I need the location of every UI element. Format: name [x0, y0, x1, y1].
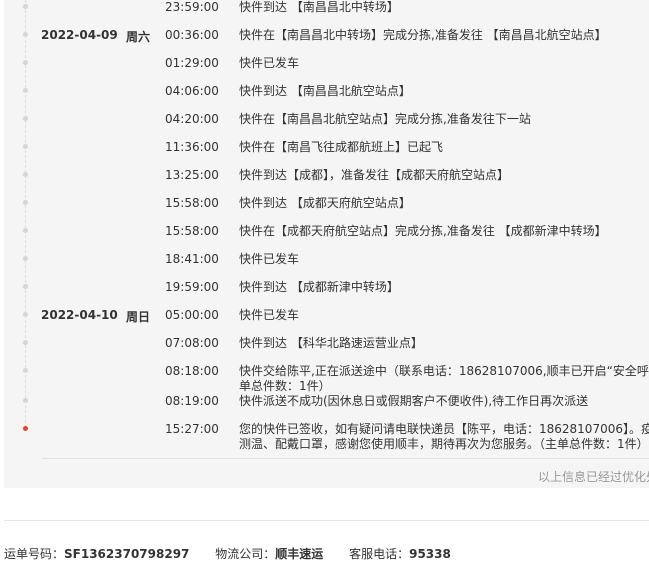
event-description: 快件到达 【科华北路速运营业点】 — [239, 336, 423, 350]
event-description: 快件在【南昌昌北中转场】完成分拣,准备发往 【南昌昌北航空站点】 — [239, 28, 607, 42]
timeline-dot — [23, 32, 28, 37]
timeline-dot — [23, 144, 28, 149]
tracking-event: 04:06:00 快件到达 【南昌昌北航空站点】 — [4, 84, 649, 104]
carrier-label: 物流公司： — [215, 547, 276, 561]
event-time: 05:00:00 — [165, 308, 219, 322]
timeline-dot — [23, 228, 28, 233]
carrier-name: 顺丰速运 — [275, 547, 324, 561]
event-time: 04:06:00 — [165, 84, 219, 98]
timeline-dot — [23, 116, 28, 121]
event-description: 快件派送不成功(因休息日或假期客户不便收件),待工作日再次派送 — [239, 394, 589, 408]
event-time: 15:58:00 — [165, 224, 219, 238]
tracking-event: 04:20:00 快件在【南昌昌北航空站点】完成分拣,准备发往下一站 — [4, 112, 649, 132]
timeline-dot — [23, 368, 28, 373]
event-description: 快件到达 【南昌昌北航空站点】 — [239, 84, 411, 98]
timeline-dot — [23, 200, 28, 205]
list-bottom-divider — [42, 458, 649, 459]
event-description: 快件已发车 — [239, 252, 300, 266]
event-description: 快件交给陈平,正在派送途中（联系电话：18628107006,顺丰已开启“安全呼… — [239, 364, 649, 394]
section-divider — [4, 520, 649, 521]
event-weekday: 周日 — [126, 310, 151, 324]
timeline-dot — [23, 398, 28, 403]
event-description-line: 测温、配戴口罩，感谢您使用顺丰，期待再次为您服务。（主单总件数：1件） — [239, 437, 649, 451]
hotline-label: 客服电话： — [349, 547, 410, 561]
waybill-label: 运单号码： — [4, 547, 65, 561]
waybill-number: SF1362370798297 — [64, 547, 190, 561]
tracking-event: 15:58:00 快件到达 【成都天府航空站点】 — [4, 196, 649, 216]
event-time: 11:36:00 — [165, 140, 219, 154]
waybill-summary: 运单号码：SF1362370798297 物流公司：顺丰速运 客服电话：9533… — [4, 545, 473, 562]
event-description: 快件到达 【南昌昌北中转场】 — [239, 0, 399, 14]
tracking-panel: 23:59:00 快件到达 【南昌昌北中转场】 2022-04-09 周六 00:36:… — [4, 0, 649, 488]
tracking-event: 13:25:00 快件到达【成都】，准备发往【成都天府航空站点】 — [4, 168, 649, 188]
event-description-line: 您的快件已签收，如有疑问请电联快递员【陈平，电话：18628107006】。疫 — [239, 422, 649, 436]
timeline-dot — [23, 312, 28, 317]
event-description: 快件到达 【成都新津中转场】 — [239, 280, 399, 294]
tracking-event: 19:59:00 快件到达 【成都新津中转场】 — [4, 280, 649, 300]
event-time: 04:20:00 — [165, 112, 219, 126]
tracking-event: 18:41:00 快件已发车 — [4, 252, 649, 272]
event-description: 快件已发车 — [239, 308, 300, 322]
event-description: 快件在【成都天府航空站点】完成分拣,准备发往 【成都新津中转场】 — [239, 224, 607, 238]
event-time: 15:27:00 — [165, 422, 219, 436]
event-time: 23:59:00 — [165, 0, 219, 14]
current-status-dot — [23, 426, 28, 431]
timeline-dot — [23, 88, 28, 93]
event-time: 08:19:00 — [165, 394, 219, 408]
event-description-line: 快件交给陈平,正在派送途中（联系电话：18628107006,顺丰已开启“安全呼… — [239, 364, 649, 378]
tracking-event: 15:58:00 快件在【成都天府航空站点】完成分拣,准备发往 【成都新津中转场】 — [4, 224, 649, 244]
timeline-dot — [23, 60, 28, 65]
tracking-event: 2022-04-09 周六 00:36:00 快件在【南昌昌北中转场】完成分拣,准备发… — [4, 28, 649, 48]
timeline-dot — [23, 172, 28, 177]
timeline-dot — [23, 4, 28, 9]
event-description: 快件已发车 — [239, 56, 300, 70]
timeline-dot — [23, 340, 28, 345]
event-description: 快件到达 【成都天府航空站点】 — [239, 196, 411, 210]
event-description: 快件到达【成都】，准备发往【成都天府航空站点】 — [239, 168, 510, 182]
event-time: 18:41:00 — [165, 252, 219, 266]
event-time: 08:18:00 — [165, 364, 219, 378]
event-time: 00:36:00 — [165, 28, 219, 42]
tracking-event: 2022-04-10 周日 05:00:00 快件已发车 — [4, 308, 649, 328]
event-time: 13:25:00 — [165, 168, 219, 182]
timeline-dot — [23, 256, 28, 261]
optimized-note: 以上信息已经过优化处 — [538, 470, 649, 484]
event-description: 快件在【南昌飞往成都航班上】已起飞 — [239, 140, 444, 154]
event-weekday: 周六 — [126, 30, 151, 44]
tracking-event: 08:18:00 快件交给陈平,正在派送途中（联系电话：18628107006,顺… — [4, 364, 649, 393]
tracking-event: 07:08:00 快件到达 【科华北路速运营业点】 — [4, 336, 649, 356]
timeline-dot — [23, 284, 28, 289]
hotline-number: 95338 — [409, 547, 451, 561]
event-description-line: 单总件数：1件） — [239, 379, 331, 393]
tracking-event: 08:19:00 快件派送不成功(因休息日或假期客户不便收件),待工作日再次派送 — [4, 394, 649, 414]
event-date: 2022-04-09 — [41, 28, 118, 42]
event-description: 您的快件已签收，如有疑问请电联快递员【陈平，电话：18628107006】。疫测… — [239, 422, 649, 452]
event-time: 07:08:00 — [165, 336, 219, 350]
event-time: 15:58:00 — [165, 196, 219, 210]
tracking-event: 23:59:00 快件到达 【南昌昌北中转场】 — [4, 0, 649, 20]
event-date: 2022-04-10 — [41, 308, 118, 322]
tracking-event: 11:36:00 快件在【南昌飞往成都航班上】已起飞 — [4, 140, 649, 160]
event-time: 01:29:00 — [165, 56, 219, 70]
tracking-event: 01:29:00 快件已发车 — [4, 56, 649, 76]
event-description: 快件在【南昌昌北航空站点】完成分拣,准备发往下一站 — [239, 112, 531, 126]
tracking-event: 15:27:00 您的快件已签收，如有疑问请电联快递员【陈平，电话：1862810… — [4, 422, 649, 451]
event-time: 19:59:00 — [165, 280, 219, 294]
